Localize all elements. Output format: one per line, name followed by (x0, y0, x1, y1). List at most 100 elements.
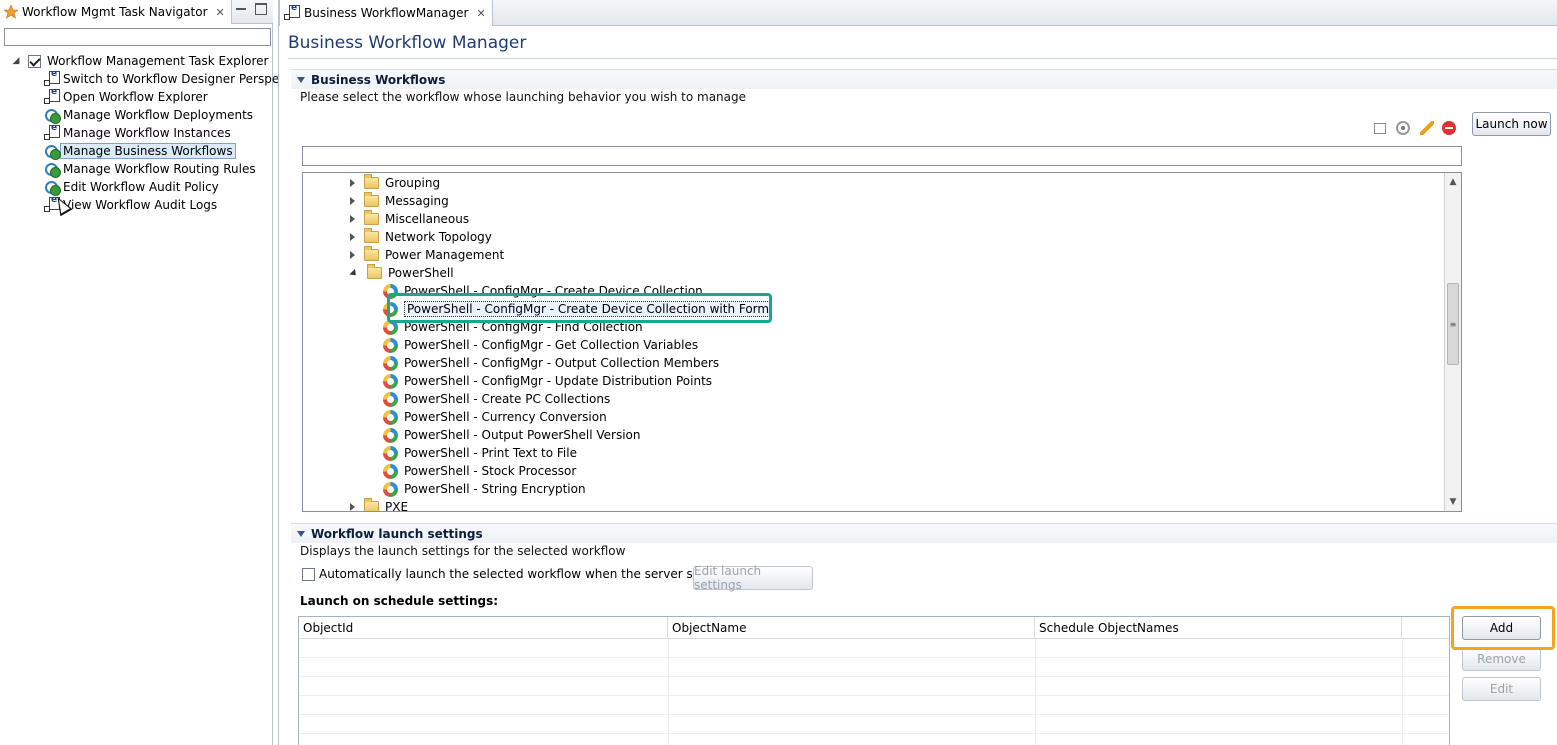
tree-scrollbar[interactable]: ▲ ≡ ▼ (1444, 173, 1461, 511)
tree-item-label: Power Management (385, 248, 505, 262)
task-navigator-pane: Workflow Mgmt Task Navigator ✕ ◢ Workflo… (0, 0, 308, 745)
tree-workflow-item[interactable]: PowerShell - String Encryption (383, 480, 586, 498)
nav-item-routing-rules[interactable]: Manage Workflow Routing Rules (44, 160, 259, 178)
folder-icon (364, 228, 379, 243)
tree-workflow-item[interactable]: PowerShell - Currency Conversion (383, 408, 607, 426)
grid-line (1402, 639, 1403, 745)
auto-launch-checkbox[interactable] (302, 567, 315, 581)
column-header-objectname[interactable]: ObjectName (668, 617, 1035, 639)
maximize-icon[interactable] (255, 3, 267, 15)
tree-workflow-item-selected[interactable]: PowerShell - ConfigMgr - Create Device C… (383, 300, 773, 318)
edit-launch-settings-button[interactable]: Edit launch settings (693, 564, 813, 592)
tab-label: Workflow Mgmt Task Navigator (22, 5, 208, 19)
nav-item-deployments[interactable]: Manage Workflow Deployments (44, 106, 256, 124)
tree-item-label: PowerShell - ConfigMgr - Find Collection (404, 320, 643, 334)
schedule-settings-label: Launch on schedule settings: (300, 594, 499, 608)
remove-icon[interactable] (1442, 121, 1456, 135)
root-checkbox[interactable] (28, 54, 41, 68)
tab-label: Business WorkflowManager (304, 6, 469, 20)
tree-folder-pxe[interactable]: PXE (350, 498, 408, 511)
workflow-icon (44, 107, 61, 124)
tree-item-label: PowerShell - ConfigMgr - Create Device C… (404, 301, 773, 317)
schedule-table[interactable]: ObjectId ObjectName Schedule ObjectNames (298, 616, 1450, 745)
tree-workflow-item[interactable]: PowerShell - ConfigMgr - Create Device C… (383, 282, 703, 300)
nav-root-item[interactable]: ◢ Workflow Management Task Explorer (10, 52, 269, 70)
section-launch-settings[interactable]: Workflow launch settings (291, 523, 1557, 543)
tab-task-navigator[interactable]: Workflow Mgmt Task Navigator ✕ (0, 0, 232, 24)
tree-item-label: PowerShell - Currency Conversion (404, 410, 607, 424)
nav-item-open-explorer[interactable]: Open Workflow Explorer (44, 87, 211, 106)
minimize-icon[interactable] (235, 3, 247, 15)
column-header-schedule-objectnames[interactable]: Schedule ObjectNames (1035, 617, 1402, 639)
nav-item-label: Edit Workflow Audit Policy (63, 180, 219, 194)
tree-workflow-item[interactable]: PowerShell - Create PC Collections (383, 390, 610, 408)
collapse-arrow-icon[interactable] (297, 76, 305, 83)
edit-button[interactable]: Edit (1462, 677, 1541, 701)
tree-folder-power-management[interactable]: Power Management (350, 246, 504, 264)
expand-arrow-icon[interactable] (350, 503, 355, 511)
scroll-down-icon[interactable]: ▼ (1445, 494, 1461, 510)
section-business-workflows[interactable]: Business Workflows (291, 69, 1557, 89)
expand-arrow-icon[interactable] (350, 215, 355, 223)
workflow-globe-icon (383, 481, 398, 497)
tree-folder-network-topology[interactable]: Network Topology (350, 228, 492, 246)
close-icon[interactable]: ✕ (216, 6, 225, 19)
tree-folder-grouping[interactable]: Grouping (350, 174, 440, 192)
collapse-arrow-icon[interactable] (349, 268, 359, 278)
tree-workflow-item[interactable]: PowerShell - ConfigMgr - Output Collecti… (383, 354, 719, 372)
tree-workflow-item[interactable]: PowerShell - Output PowerShell Version (383, 426, 641, 444)
tree-folder-powershell[interactable]: PowerShell (349, 264, 454, 282)
grid-line (299, 714, 1449, 715)
folder-icon (364, 498, 379, 511)
expand-arrow-icon[interactable] (350, 251, 355, 259)
tree-workflow-item[interactable]: PowerShell - Print Text to File (383, 444, 577, 462)
remove-button[interactable]: Remove (1462, 647, 1541, 671)
add-icon[interactable] (1396, 121, 1410, 135)
workflow-filter-input[interactable] (302, 146, 1462, 166)
page-title: Business Workflow Manager (288, 33, 527, 53)
workflow-icon (44, 179, 61, 196)
workflow-tree[interactable]: Grouping Messaging Miscellaneous Network… (302, 172, 1462, 512)
tree-item-label: PowerShell (388, 266, 454, 280)
tree-workflow-item[interactable]: PowerShell - ConfigMgr - Update Distribu… (383, 372, 712, 390)
edit-pencil-icon[interactable] (1420, 121, 1434, 135)
workflow-globe-icon (383, 445, 398, 461)
workflow-globe-icon (383, 427, 398, 443)
expand-arrow-icon[interactable] (350, 179, 355, 187)
tree-workflow-item[interactable]: PowerShell - ConfigMgr - Find Collection (383, 318, 643, 336)
tree-workflow-item[interactable]: PowerShell - ConfigMgr - Get Collection … (383, 336, 698, 354)
grid-line (299, 695, 1449, 696)
tree-workflow-item[interactable]: PowerShell - Stock Processor (383, 462, 576, 480)
auto-launch-option[interactable]: Automatically launch the selected workfl… (302, 567, 740, 581)
editor-tab-bar: Business WorkflowManager ✕ (279, 0, 1557, 26)
navigator-search-input[interactable] (4, 28, 271, 46)
column-header-objectid[interactable]: ObjectId (299, 617, 668, 639)
tree-item-label: PowerShell - Print Text to File (404, 446, 577, 460)
scroll-up-icon[interactable]: ▲ (1445, 174, 1461, 190)
collapse-arrow-icon[interactable]: ◢ (10, 55, 22, 67)
navigator-tab-bar: Workflow Mgmt Task Navigator ✕ (0, 0, 273, 24)
scrollbar-thumb[interactable]: ≡ (1447, 283, 1459, 365)
expand-arrow-icon[interactable] (350, 233, 355, 241)
launch-now-button[interactable]: Launch now (1472, 112, 1551, 136)
workflow-globe-icon (383, 373, 398, 389)
close-icon[interactable]: ✕ (476, 7, 485, 20)
tree-item-label: PowerShell - String Encryption (404, 482, 586, 496)
tab-business-workflow-manager[interactable]: Business WorkflowManager ✕ (279, 0, 493, 26)
nav-item-business-workflows[interactable]: Manage Business Workflows (44, 142, 236, 160)
tree-folder-messaging[interactable]: Messaging (350, 192, 449, 210)
column-header-empty (1402, 617, 1449, 639)
expand-arrow-icon[interactable] (350, 197, 355, 205)
tree-item-label: PowerShell - ConfigMgr - Get Collection … (404, 338, 699, 352)
tree-item-label: PowerShell - Stock Processor (404, 464, 577, 478)
tree-item-label: Grouping (385, 176, 441, 190)
collapse-arrow-icon[interactable] (297, 530, 305, 537)
nav-item-switch-perspective[interactable]: Switch to Workflow Designer Perspective (44, 69, 311, 88)
new-folder-icon[interactable] (1374, 123, 1386, 134)
nav-item-audit-policy[interactable]: Edit Workflow Audit Policy (44, 178, 222, 196)
add-button[interactable]: Add (1462, 616, 1541, 640)
nav-item-label: Manage Workflow Instances (63, 126, 231, 140)
tree-folder-miscellaneous[interactable]: Miscellaneous (350, 210, 469, 228)
nav-item-instances[interactable]: Manage Workflow Instances (44, 123, 234, 142)
table-header: ObjectId ObjectName Schedule ObjectNames (299, 617, 1449, 639)
